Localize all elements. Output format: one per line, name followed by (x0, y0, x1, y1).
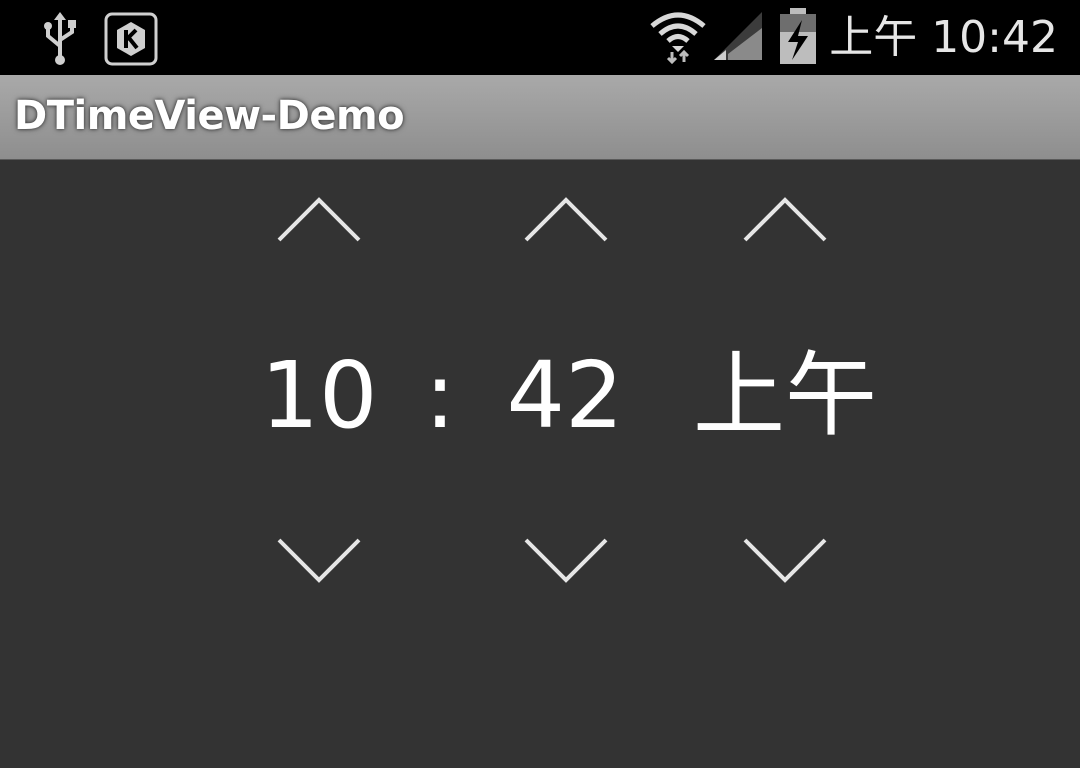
minute-value: 42 (506, 342, 624, 449)
ampm-value: 上午 (692, 342, 877, 449)
hour-decrement-button[interactable] (269, 530, 369, 590)
ampm-increment-button[interactable] (735, 190, 835, 250)
hour-increment-button[interactable] (269, 190, 369, 250)
chevron-up-icon (524, 197, 608, 242)
signal-icon (712, 12, 764, 66)
time-picker: 10 : 42 上午 (0, 160, 1080, 768)
chevron-up-icon (277, 197, 361, 242)
status-clock: 上午 10:42 (829, 12, 1058, 63)
wifi-icon (648, 8, 708, 68)
hour-value: 10 (260, 342, 378, 449)
chevron-up-icon (743, 197, 827, 242)
ampm-decrement-button[interactable] (735, 530, 835, 590)
minute-decrement-button[interactable] (516, 530, 616, 590)
app-title: DTimeView-Demo (14, 93, 405, 139)
minute-increment-button[interactable] (516, 190, 616, 250)
chevron-down-icon (277, 538, 361, 583)
chevron-down-icon (524, 538, 608, 583)
battery-charging-icon (778, 8, 818, 70)
usb-icon (40, 12, 80, 70)
action-bar: DTimeView-Demo (0, 75, 1080, 160)
chevron-down-icon (743, 538, 827, 583)
time-separator: : (424, 342, 456, 449)
status-bar: 上午 10:42 (0, 0, 1080, 75)
k-app-icon (104, 12, 158, 70)
